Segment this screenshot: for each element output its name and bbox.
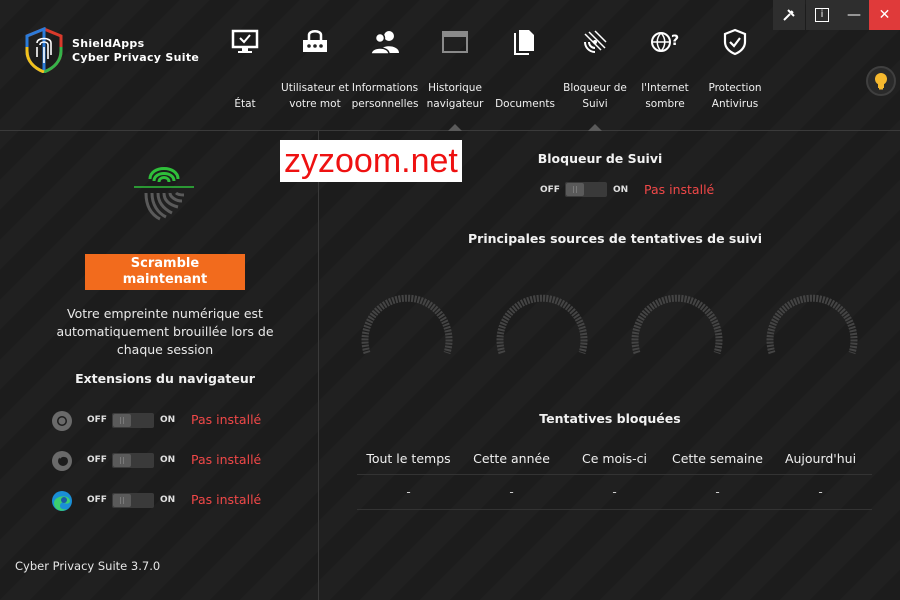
column-header: Aujourd'hui bbox=[784, 451, 857, 466]
edge-icon bbox=[52, 491, 72, 511]
browser-window-icon bbox=[439, 26, 471, 58]
tracking-source-gauge bbox=[766, 294, 858, 355]
column-header: Ce mois-ci bbox=[581, 451, 648, 466]
panel-divider bbox=[318, 131, 319, 600]
nav-label-line1: Protection bbox=[708, 82, 762, 94]
top-navigation-bar: ShieldApps Cyber Privacy Suite État Util… bbox=[0, 0, 900, 131]
close-icon: ✕ bbox=[878, 7, 891, 23]
scramble-description: Votre empreinte numérique est automatiqu… bbox=[40, 305, 290, 359]
toggle-knob bbox=[113, 454, 131, 467]
firefox-extension-toggle[interactable] bbox=[112, 453, 154, 468]
toggle-off-label: OFF bbox=[540, 185, 560, 195]
column-header: Cette année bbox=[473, 451, 550, 466]
tracking-source-gauge bbox=[496, 294, 588, 355]
tracking-source-gauge bbox=[631, 294, 723, 355]
tracking-blocker-title: Bloqueur de Suivi bbox=[537, 151, 663, 166]
chrome-extension-toggle[interactable] bbox=[112, 413, 154, 428]
toggle-off-label: OFF bbox=[87, 415, 107, 425]
tools-button[interactable] bbox=[773, 0, 805, 30]
minimize-icon: — bbox=[847, 7, 861, 23]
shieldapps-logo-icon bbox=[25, 27, 63, 73]
tracking-sources-title: Principales sources de tentatives de sui… bbox=[468, 231, 762, 246]
scramble-label-line1: Scramble bbox=[130, 256, 200, 271]
globe-question-icon: ? bbox=[649, 26, 681, 58]
nav-active-indicator bbox=[588, 124, 602, 131]
info-icon: i bbox=[815, 8, 829, 22]
toggle-on-label: ON bbox=[613, 185, 629, 195]
blocked-attempts-table: Tout le temps Cette année Ce mois-ci Cet… bbox=[357, 444, 872, 510]
blocked-attempts-title: Tentatives bloquées bbox=[539, 411, 681, 426]
table-header-row: Tout le temps Cette année Ce mois-ci Cet… bbox=[357, 444, 872, 475]
monitor-icon bbox=[229, 26, 261, 58]
extensions-title: Extensions du navigateur bbox=[75, 371, 255, 386]
lightbulb-icon bbox=[875, 73, 887, 90]
column-header: Cette semaine bbox=[671, 451, 763, 466]
extension-status: Pas installé bbox=[191, 452, 262, 467]
table-cell: - bbox=[406, 485, 411, 499]
extension-row-firefox: OFF ON Pas installé bbox=[50, 449, 300, 473]
extension-status: Pas installé bbox=[191, 492, 262, 507]
minimize-button[interactable]: — bbox=[838, 0, 870, 30]
users-icon bbox=[369, 26, 401, 58]
brand-name: ShieldApps bbox=[72, 37, 145, 50]
extension-row-edge: OFF ON Pas installé bbox=[50, 489, 300, 513]
firefox-icon bbox=[52, 451, 72, 471]
shield-check-icon bbox=[719, 26, 751, 58]
tracking-blocker-toggle-row: OFF ON Pas installé bbox=[540, 179, 740, 201]
svg-text:?: ? bbox=[671, 33, 679, 49]
toggle-knob bbox=[566, 183, 584, 196]
chrome-icon bbox=[52, 411, 72, 431]
product-name: Cyber Privacy Suite bbox=[72, 51, 200, 64]
description-line: chaque session bbox=[116, 342, 214, 357]
tracking-blocker-toggle[interactable] bbox=[565, 182, 607, 197]
info-button[interactable]: i bbox=[806, 0, 838, 30]
nav-item-antivirus[interactable]: Protection Antivirus bbox=[690, 22, 780, 122]
extension-status: Pas installé bbox=[191, 412, 262, 427]
tracking-radar-icon bbox=[579, 26, 611, 58]
toggle-on-label: ON bbox=[160, 495, 176, 505]
table-cell: - bbox=[612, 485, 617, 499]
close-button[interactable]: ✕ bbox=[869, 0, 900, 30]
password-lock-icon bbox=[299, 26, 331, 58]
edge-extension-toggle[interactable] bbox=[112, 493, 154, 508]
documents-icon bbox=[509, 26, 541, 58]
wrench-icon bbox=[783, 9, 795, 21]
app-version: Cyber Privacy Suite 3.7.0 bbox=[15, 559, 161, 573]
scramble-now-button[interactable]: Scramble maintenant bbox=[85, 254, 245, 290]
tracking-blocker-status: Pas installé bbox=[644, 182, 715, 197]
table-cell: - bbox=[715, 485, 720, 499]
nav-active-indicator bbox=[448, 124, 462, 131]
tracking-source-gauge bbox=[361, 294, 453, 355]
column-header: Tout le temps bbox=[366, 451, 451, 466]
extension-row-chrome: OFF ON Pas installé bbox=[50, 409, 300, 433]
description-line: automatiquement brouillée lors de bbox=[56, 324, 274, 339]
watermark-text: zyzoom.net bbox=[280, 140, 462, 182]
toggle-off-label: OFF bbox=[87, 495, 107, 505]
toggle-knob bbox=[113, 494, 131, 507]
scramble-label-line2: maintenant bbox=[122, 272, 208, 287]
fingerprint-icon bbox=[134, 167, 194, 221]
nav-label-line2: Antivirus bbox=[711, 98, 759, 110]
table-cell: - bbox=[509, 485, 514, 499]
toggle-off-label: OFF bbox=[87, 455, 107, 465]
description-line: Votre empreinte numérique est bbox=[67, 306, 263, 321]
table-row: - - - - - bbox=[357, 475, 872, 510]
toggle-on-label: ON bbox=[160, 415, 176, 425]
toggle-knob bbox=[113, 414, 131, 427]
tips-button[interactable] bbox=[866, 66, 896, 96]
table-cell: - bbox=[818, 485, 823, 499]
toggle-on-label: ON bbox=[160, 455, 176, 465]
